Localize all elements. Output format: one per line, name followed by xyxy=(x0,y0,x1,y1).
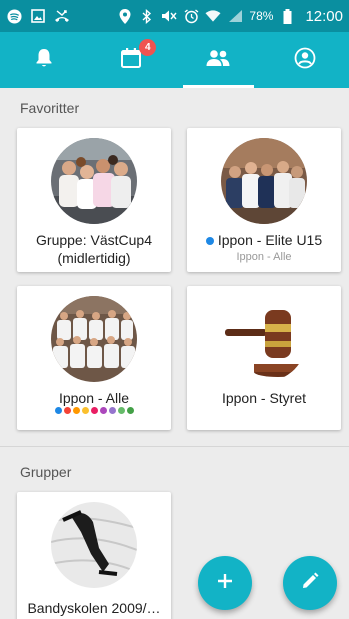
status-bar: 78% 12:00 xyxy=(0,0,349,32)
tab-bar: 4 xyxy=(0,32,349,88)
group-name: Gruppe: VästCup4 (midlertidig) xyxy=(36,232,152,266)
battery-percentage: 78% xyxy=(249,9,274,23)
calendar-badge: 4 xyxy=(139,39,157,56)
plus-icon xyxy=(217,573,233,594)
edit-button[interactable] xyxy=(283,556,337,610)
section-divider xyxy=(0,446,349,447)
groups-list[interactable]: Favoritter Gruppe: VästCup4 (midlertidig… xyxy=(0,88,349,619)
tab-profile[interactable] xyxy=(262,32,349,88)
account-icon xyxy=(294,47,316,74)
location-icon xyxy=(117,8,133,24)
unread-dot xyxy=(205,237,214,246)
parent-group-name: Ippon - Alle xyxy=(236,251,292,263)
image-icon xyxy=(30,8,46,24)
alarm-icon xyxy=(183,8,199,24)
section-title-groups: Grupper xyxy=(20,464,72,480)
tab-groups[interactable] xyxy=(175,32,262,88)
clock: 12:00 xyxy=(305,7,343,25)
tab-notifications[interactable] xyxy=(0,32,87,88)
favorite-card-elite-u15[interactable]: Ippon - Elite U15 Ippon - Alle xyxy=(187,128,341,272)
missed-call-icon xyxy=(54,8,70,24)
calendar-icon xyxy=(120,47,142,74)
tab-calendar[interactable]: 4 xyxy=(87,32,174,88)
bluetooth-icon xyxy=(139,8,155,24)
group-name: Ippon - Styret xyxy=(221,390,307,406)
group-avatar xyxy=(51,502,137,588)
add-button[interactable] xyxy=(198,556,252,610)
group-avatar-gavel xyxy=(221,296,307,382)
signal-icon xyxy=(227,8,243,24)
group-avatar xyxy=(221,138,307,224)
favorite-card-ippon-alle[interactable]: Ippon - Alle xyxy=(17,286,171,430)
group-avatar xyxy=(51,296,137,382)
people-icon xyxy=(205,49,231,72)
group-name: Bandyskolen 2009/… xyxy=(27,600,161,616)
group-card-bandyskolen[interactable]: Bandyskolen 2009/… xyxy=(17,492,171,619)
member-group-dots xyxy=(17,407,171,414)
favorite-card-ippon-styret[interactable]: Ippon - Styret xyxy=(187,286,341,430)
group-name: Ippon - Elite U15 xyxy=(191,231,337,249)
battery-icon xyxy=(279,8,295,24)
wifi-icon xyxy=(205,8,221,24)
spotify-icon xyxy=(6,8,22,24)
group-avatar xyxy=(51,138,137,224)
group-name: Ippon - Alle xyxy=(58,390,130,406)
pencil-icon xyxy=(301,572,319,595)
section-title-favorites: Favoritter xyxy=(20,100,80,116)
favorite-card-vastcup4[interactable]: Gruppe: VästCup4 (midlertidig) xyxy=(17,128,171,272)
bell-icon xyxy=(35,48,53,73)
mute-icon xyxy=(161,8,177,24)
